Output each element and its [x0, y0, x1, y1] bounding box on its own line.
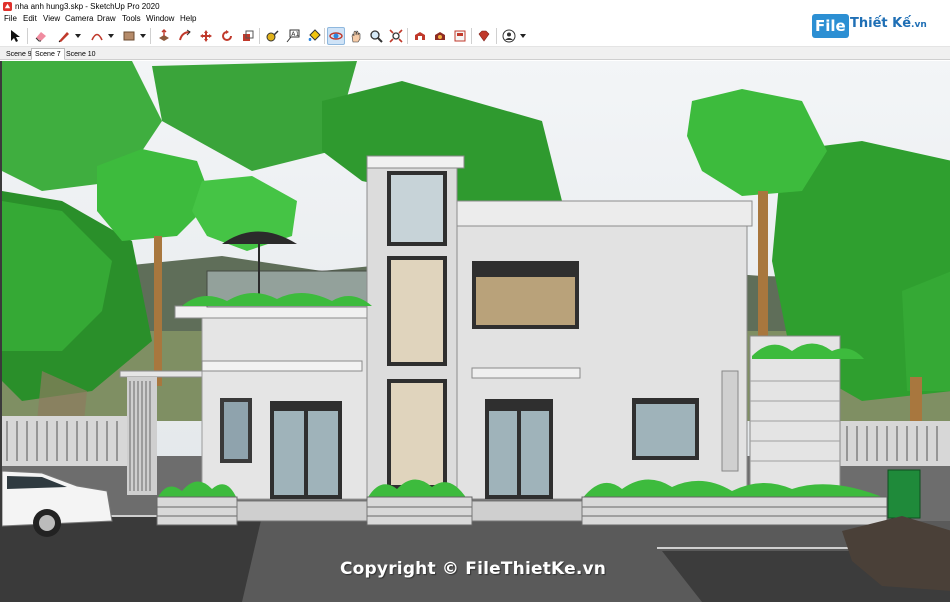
extension-warehouse-icon	[435, 32, 445, 40]
move-tool-button[interactable]	[197, 27, 215, 45]
menu-tools[interactable]: Tools	[122, 13, 141, 25]
scene-tab-10[interactable]: Scene 10	[62, 48, 100, 60]
follow-me-icon	[179, 29, 191, 41]
line-tool-button[interactable]	[55, 27, 73, 45]
zoom-tool-button[interactable]	[367, 27, 385, 45]
account-button[interactable]	[500, 27, 518, 45]
pencil-icon	[58, 32, 69, 43]
title-bar: nha anh hung3.skp - SketchUp Pro 2020	[0, 0, 950, 13]
trash-bin	[887, 469, 921, 519]
planter-box	[581, 496, 888, 526]
rotate-icon	[222, 30, 232, 41]
logo-suffix: .vn	[911, 20, 927, 30]
layout-button[interactable]	[451, 27, 469, 45]
menu-bar: File Edit View Camera Draw Tools Window …	[0, 13, 950, 25]
pan-hand-icon	[351, 30, 361, 43]
extension-warehouse-button[interactable]	[431, 27, 449, 45]
chevron-down-icon[interactable]	[108, 33, 114, 39]
menu-camera[interactable]: Camera	[65, 13, 93, 25]
layout-icon	[454, 30, 466, 42]
follow-me-tool-button[interactable]	[176, 27, 194, 45]
orbit-icon	[329, 32, 343, 40]
model-viewport[interactable]: Copyright © FileThietKe.vn	[0, 61, 950, 602]
pan-tool-button[interactable]	[347, 27, 365, 45]
canopy-slab	[201, 360, 363, 372]
zoom-icon	[370, 30, 383, 43]
arrow-cursor-icon	[11, 30, 20, 42]
menu-draw[interactable]: Draw	[97, 13, 116, 25]
eraser-tool-button[interactable]	[32, 27, 50, 45]
rectangle-tool-button[interactable]	[120, 27, 138, 45]
toolbar-separator	[407, 28, 408, 44]
main-toolbar: A1	[0, 25, 950, 47]
user-account-icon	[502, 29, 516, 43]
roof-slab	[174, 305, 371, 319]
tree-trunk	[154, 236, 162, 386]
entrance-steps	[471, 500, 583, 522]
right-fence	[837, 421, 950, 466]
push-pull-tool-button[interactable]	[155, 27, 173, 45]
planter-box	[366, 496, 473, 526]
site-logo: File Thiết Kế.vn	[812, 12, 927, 42]
select-tool-button[interactable]	[6, 27, 24, 45]
text-icon: A1	[286, 29, 300, 43]
planter-box	[156, 496, 238, 526]
tree-canopy	[902, 271, 950, 391]
ruby-gem-icon	[478, 30, 490, 42]
toolbar-separator	[150, 28, 151, 44]
menu-window[interactable]: Window	[146, 13, 174, 25]
logo-brand: Thiết Kế.vn	[850, 16, 927, 31]
arc-tool-button[interactable]	[88, 27, 106, 45]
menu-edit[interactable]: Edit	[23, 13, 37, 25]
toolbar-separator	[324, 28, 325, 44]
arc-icon	[91, 33, 103, 41]
paint-bucket-icon	[308, 29, 321, 41]
text-tool-button[interactable]: A1	[284, 27, 302, 45]
left-fence	[2, 416, 132, 466]
tape-measure-tool-button[interactable]	[263, 27, 281, 45]
svg-text:A1: A1	[291, 31, 299, 38]
logo-brand-text: Thiết Kế	[850, 16, 912, 31]
chevron-down-icon[interactable]	[520, 33, 526, 39]
push-pull-icon	[159, 29, 169, 41]
rotate-tool-button[interactable]	[218, 27, 236, 45]
toolbar-separator	[27, 28, 28, 44]
entrance-steps	[236, 500, 368, 522]
rectangle-icon	[123, 31, 135, 41]
eraser-icon	[35, 32, 46, 42]
tape-measure-icon	[266, 30, 279, 42]
logo-file-box: File	[812, 14, 849, 38]
toolbar-separator	[259, 28, 260, 44]
3d-warehouse-button[interactable]	[411, 27, 429, 45]
scene-tab-7[interactable]: Scene 7	[31, 48, 65, 60]
carport-roof	[119, 370, 211, 378]
chevron-down-icon[interactable]	[140, 33, 146, 39]
warehouse-icon	[415, 32, 425, 40]
menu-view[interactable]: View	[43, 13, 60, 25]
scene-tabs-bar: Scene 9 Scene 7 Scene 10	[0, 47, 950, 60]
zoom-extents-tool-button[interactable]	[387, 27, 405, 45]
move-icon	[200, 30, 212, 42]
sketchup-app-icon	[3, 2, 12, 11]
window-title: nha anh hung3.skp - SketchUp Pro 2020	[15, 2, 160, 11]
zoom-extents-icon	[389, 29, 403, 43]
rendered-house-scene	[2, 61, 950, 602]
orbit-tool-button[interactable]	[327, 27, 345, 45]
toolbar-separator	[471, 28, 472, 44]
toolbar-separator	[496, 28, 497, 44]
copyright-watermark: Copyright © FileThietKe.vn	[340, 559, 607, 579]
paint-bucket-tool-button[interactable]	[305, 27, 323, 45]
chevron-down-icon[interactable]	[75, 33, 81, 39]
menu-file[interactable]: File	[4, 13, 17, 25]
scale-icon	[243, 30, 254, 41]
tree-trunk	[758, 191, 768, 341]
extension-manager-button[interactable]	[475, 27, 493, 45]
scale-tool-button[interactable]	[239, 27, 257, 45]
menu-help[interactable]: Help	[180, 13, 196, 25]
house-annex	[749, 335, 841, 492]
wall-ladder	[721, 370, 739, 472]
